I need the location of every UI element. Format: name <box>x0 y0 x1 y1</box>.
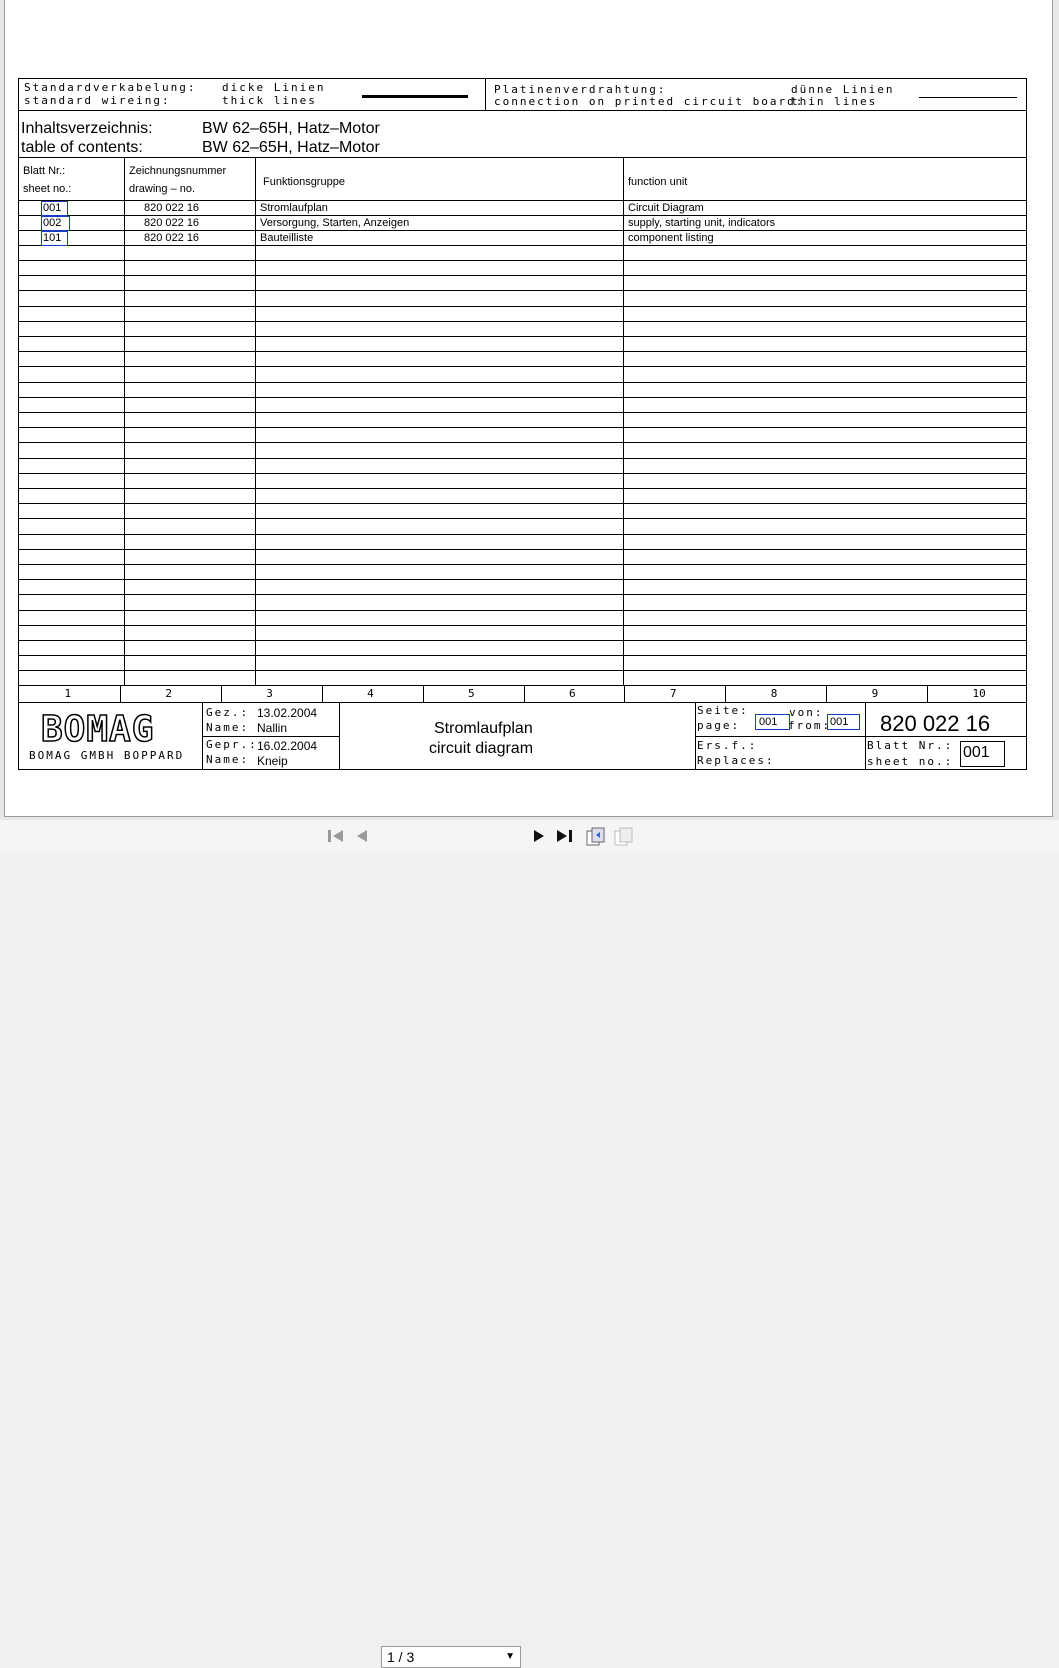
grid-number-2: 2 <box>165 687 172 700</box>
drawing-sheet: Standardverkabelung: standard wireing: d… <box>18 78 1027 770</box>
thick-line-sample <box>362 95 468 98</box>
company-name: BOMAG GMBH BOPPARD <box>29 749 185 762</box>
row-1-sheet: 001 <box>43 202 62 214</box>
drawing-title-en: circuit diagram <box>429 740 534 757</box>
contents-label-de: Inhaltsverzeichnis: <box>21 120 153 137</box>
grid-number-10: 10 <box>972 687 986 700</box>
header-function-group: Funktionsgruppe <box>263 176 345 188</box>
viewer-toolbar: 1 / 3 ▼ <box>0 820 1059 1668</box>
seite-label: Seite: <box>697 704 749 717</box>
row-1-drawing: 820 022 16 <box>144 202 200 214</box>
grid-number-3: 3 <box>266 687 273 700</box>
bomag-logo: BOMAG <box>40 708 155 751</box>
legend-pcb-en: connection on printed circuit board: <box>494 95 805 108</box>
grid-number-8: 8 <box>770 687 778 700</box>
row-1-group: Stromlaufplan <box>260 202 328 214</box>
header-drawing-de: Zeichnungsnummer <box>129 165 227 177</box>
chevron-down-icon: ▼ <box>505 1651 515 1662</box>
gez-label: Gez.: <box>206 706 250 719</box>
previous-page-icon[interactable] <box>355 828 369 849</box>
grid-number-9: 9 <box>871 687 879 700</box>
gepr-name: Kneip <box>257 754 288 768</box>
gez-date: 13.02.2004 <box>257 706 318 720</box>
from-label: from: <box>788 719 832 732</box>
first-page-icon[interactable] <box>327 828 345 849</box>
von-label: von: <box>789 706 824 719</box>
row-2-drawing: 820 022 16 <box>144 217 200 229</box>
ersf-label: Ers.f.: <box>697 739 758 752</box>
document-viewer: Standardverkabelung: standard wireing: d… <box>0 0 1059 820</box>
last-page-icon[interactable] <box>556 828 574 849</box>
row-3-sheet: 101 <box>43 232 62 244</box>
pdf-page: Standardverkabelung: standard wireing: d… <box>4 0 1053 817</box>
gepr-name-label: Name: <box>206 753 250 766</box>
row-3-drawing: 820 022 16 <box>144 232 200 244</box>
row-2-group: Versorgung, Starten, Anzeigen <box>260 217 410 229</box>
contents-title-de: BW 62–65H, Hatz–Motor <box>202 120 380 137</box>
gez-name: Nallin <box>257 721 288 735</box>
sheetno-label: sheet no.: <box>867 755 954 768</box>
grid-number-7: 7 <box>669 687 677 700</box>
row-2-sheet: 002 <box>43 217 62 229</box>
header-sheet-en: sheet no.: <box>23 183 72 195</box>
legend-thin-en: thin lines <box>791 95 878 108</box>
grid-number-6: 6 <box>568 687 576 700</box>
next-page-icon[interactable] <box>532 828 546 849</box>
gepr-date: 16.02.2004 <box>257 739 318 753</box>
header-drawing-en: drawing – no. <box>129 183 196 195</box>
replaces-label: Replaces: <box>697 754 775 767</box>
export-page-icon[interactable] <box>586 827 606 852</box>
from-number: 001 <box>830 716 849 728</box>
gepr-label: Gepr.: <box>206 738 258 751</box>
drawing-number: 820 022 16 <box>880 711 991 736</box>
legend-standard-en: standard wireing: <box>24 94 171 107</box>
contents-title-en: BW 62–65H, Hatz–Motor <box>202 139 380 156</box>
grid-number-4: 4 <box>367 687 374 700</box>
sheet-number: 001 <box>963 744 990 761</box>
legend-standard-de: Standardverkabelung: <box>24 81 197 94</box>
contents-label-en: table of contents: <box>21 139 143 156</box>
page-label: page: <box>697 719 741 732</box>
row-1-unit: Circuit Diagram <box>628 202 704 214</box>
row-3-unit: component listing <box>628 232 714 244</box>
gez-name-label: Name: <box>206 721 250 734</box>
page-number: 001 <box>759 716 778 728</box>
grid-number-1: 1 <box>64 687 72 700</box>
drawing-title-de: Stromlaufplan <box>434 720 533 737</box>
blatt-label: Blatt Nr.: <box>867 739 954 752</box>
header-sheet-de: Blatt Nr.: <box>23 165 66 177</box>
thin-line-sample <box>919 97 1017 98</box>
row-3-group: Bauteilliste <box>260 232 314 244</box>
page-indicator: 1 / 3 <box>387 1649 415 1665</box>
header-function-unit: function unit <box>628 176 688 188</box>
grid-number-5: 5 <box>468 687 475 700</box>
row-2-unit: supply, starting unit, indicators <box>628 217 776 229</box>
legend-thick-de: dicke Linien <box>222 81 326 94</box>
copy-page-icon[interactable] <box>614 827 634 852</box>
page-selector[interactable]: 1 / 3 ▼ <box>381 1646 521 1668</box>
legend-thick-en: thick lines <box>222 94 317 107</box>
